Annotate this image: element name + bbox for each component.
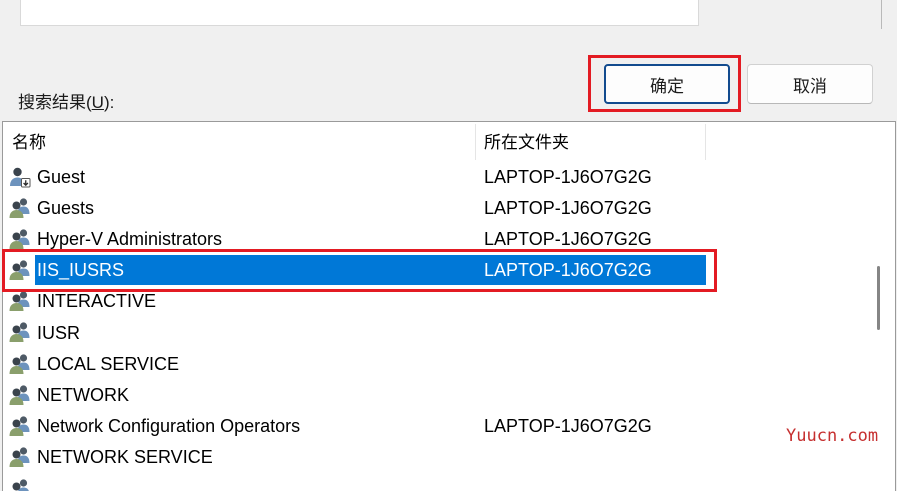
- item-cells: Guest LAPTOP-1J6O7G2G: [35, 162, 706, 192]
- group-icon: [8, 414, 32, 438]
- item-name: Guests: [37, 197, 95, 218]
- item-name: Guest: [37, 166, 86, 187]
- search-results-label-accel: U: [91, 93, 104, 112]
- search-results-list[interactable]: 名称 所在文件夹 Guest LAPTOP-1J6O7G2G Guests LA…: [2, 121, 896, 491]
- item-cells: IUSR: [35, 318, 706, 348]
- scrollbar-thumb[interactable]: [877, 266, 880, 330]
- item-folder: LAPTOP-1J6O7G2G: [484, 416, 652, 437]
- list-item[interactable]: LOCAL SERVICE: [3, 348, 895, 379]
- list-item[interactable]: INTERACTIVE: [3, 286, 895, 317]
- group-icon: [8, 196, 32, 220]
- search-results-label-suffix: ):: [103, 93, 115, 112]
- column-divider[interactable]: [475, 124, 476, 160]
- group-icon: [8, 258, 32, 282]
- column-divider[interactable]: [705, 124, 706, 160]
- search-results-label: 搜索结果(U):: [18, 93, 114, 113]
- item-name: INTERACTIVE: [37, 291, 157, 312]
- item-name: Network Configuration Operators: [37, 416, 301, 437]
- group-icon: [9, 479, 30, 491]
- list-item[interactable]: [3, 473, 895, 491]
- item-cells: NETWORK SERVICE: [35, 442, 706, 472]
- item-folder: LAPTOP-1J6O7G2G: [484, 260, 652, 281]
- guest-user-icon: [8, 165, 32, 189]
- item-name: NETWORK SERVICE: [37, 447, 213, 468]
- item-cells: NETWORK: [35, 380, 706, 410]
- item-cells: Guests LAPTOP-1J6O7G2G: [35, 193, 706, 223]
- group-icon: [8, 445, 32, 469]
- item-name: NETWORK: [37, 384, 129, 405]
- panel-edge: [881, 0, 882, 29]
- query-panel: [20, 0, 699, 26]
- list-header: 名称 所在文件夹: [3, 122, 895, 160]
- item-name: IIS_IUSRS: [37, 260, 125, 281]
- item-cells: IIS_IUSRS LAPTOP-1J6O7G2G: [35, 255, 706, 286]
- item-cells: LOCAL SERVICE: [35, 349, 706, 379]
- group-icon: [8, 383, 32, 407]
- list-item[interactable]: NETWORK SERVICE: [3, 442, 895, 473]
- item-folder: LAPTOP-1J6O7G2G: [484, 228, 652, 249]
- list-item[interactable]: Network Configuration Operators LAPTOP-1…: [3, 411, 895, 442]
- search-results-label-prefix: 搜索结果(: [18, 93, 92, 112]
- group-icon: [8, 352, 32, 376]
- item-folder: LAPTOP-1J6O7G2G: [484, 197, 652, 218]
- list-item[interactable]: IUSR: [3, 317, 895, 348]
- list-item[interactable]: IIS_IUSRS LAPTOP-1J6O7G2G: [3, 255, 895, 286]
- group-icon: [8, 289, 32, 313]
- watermark: Yuucn.com: [786, 426, 879, 446]
- item-cells: Network Configuration Operators LAPTOP-1…: [35, 411, 706, 441]
- item-cells: Hyper-V Administrators LAPTOP-1J6O7G2G: [35, 224, 706, 254]
- column-header-name[interactable]: 名称: [12, 133, 46, 153]
- group-icon: [8, 320, 32, 344]
- list-item[interactable]: NETWORK: [3, 379, 895, 410]
- list-item[interactable]: Guest LAPTOP-1J6O7G2G: [3, 161, 895, 192]
- item-name: IUSR: [37, 322, 81, 343]
- group-icon: [8, 227, 32, 251]
- item-folder: LAPTOP-1J6O7G2G: [484, 166, 652, 187]
- cancel-button[interactable]: 取消: [747, 64, 873, 104]
- item-cells: INTERACTIVE: [35, 286, 706, 316]
- column-header-folder[interactable]: 所在文件夹: [484, 133, 569, 153]
- item-name: Hyper-V Administrators: [37, 228, 223, 249]
- ok-button[interactable]: 确定: [604, 64, 730, 104]
- item-name: LOCAL SERVICE: [37, 353, 180, 374]
- list-item[interactable]: Guests LAPTOP-1J6O7G2G: [3, 192, 895, 223]
- list-rows: Guest LAPTOP-1J6O7G2G Guests LAPTOP-1J6O…: [3, 161, 895, 491]
- list-item[interactable]: Hyper-V Administrators LAPTOP-1J6O7G2G: [3, 223, 895, 254]
